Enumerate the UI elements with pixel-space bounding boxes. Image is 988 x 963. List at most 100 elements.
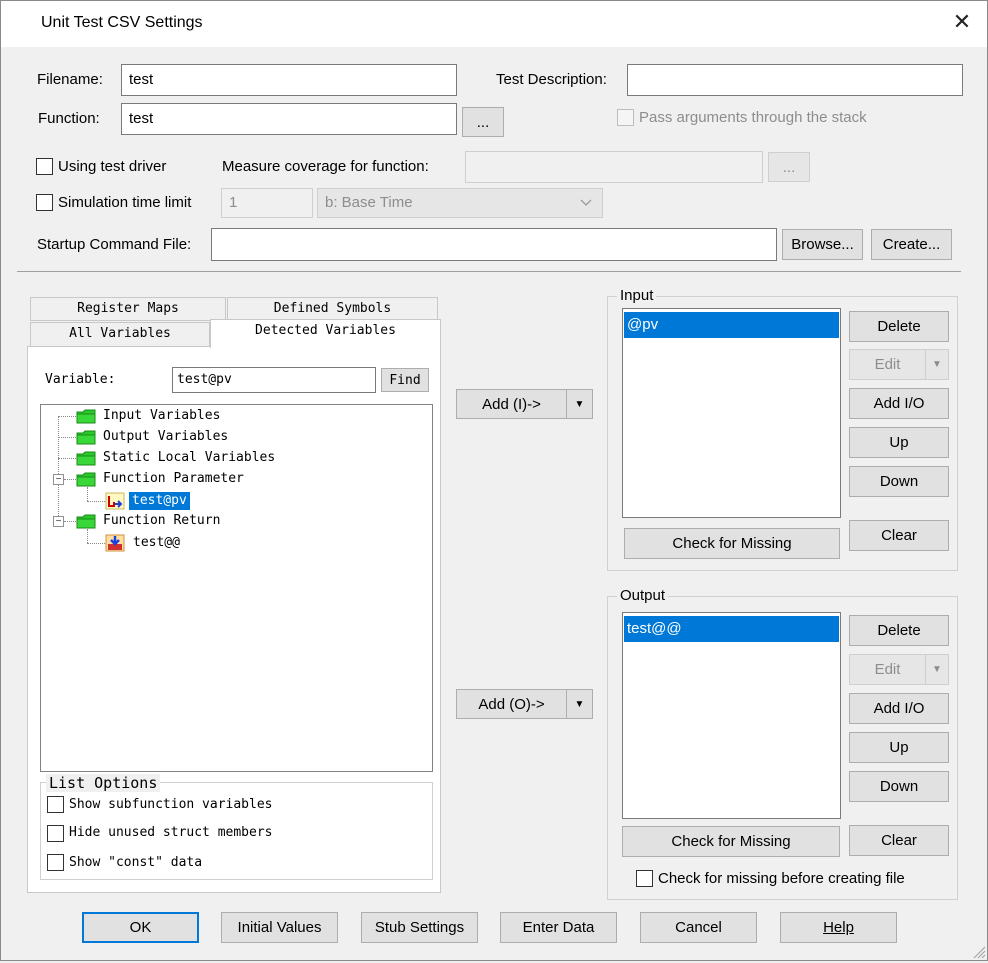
show-subfunction-checkbox[interactable]	[47, 796, 64, 813]
return-value-icon	[105, 534, 125, 552]
input-list[interactable]	[622, 308, 841, 518]
tree-line	[58, 416, 59, 524]
input-clear-button[interactable]: Clear	[849, 520, 949, 551]
create-button[interactable]: Create...	[871, 229, 952, 260]
input-add-io-button[interactable]: Add I/O	[849, 388, 949, 419]
time-base-select[interactable]: b: Base Time	[317, 188, 603, 218]
collapse-icon[interactable]: −	[53, 474, 64, 485]
collapse-icon[interactable]: −	[53, 516, 64, 527]
input-up-button[interactable]: Up	[849, 427, 949, 458]
tree-line	[64, 521, 76, 522]
show-const-checkbox[interactable]	[47, 854, 64, 871]
initial-values-button[interactable]: Initial Values	[221, 912, 338, 943]
output-list[interactable]	[622, 612, 841, 819]
triangle-down-icon: ▼	[574, 698, 585, 710]
tab-register-maps[interactable]: Register Maps	[30, 297, 226, 321]
output-group-title: Output	[617, 587, 669, 604]
tree-line	[87, 529, 88, 543]
time-base-value: b: Base Time	[325, 194, 413, 211]
input-group-title: Input	[617, 287, 657, 304]
chevron-down-icon	[578, 194, 594, 210]
variable-input[interactable]: test@pv	[172, 367, 376, 393]
cancel-button[interactable]: Cancel	[640, 912, 757, 943]
parameter-icon	[105, 492, 125, 510]
output-check-missing-button[interactable]: Check for Missing	[622, 826, 840, 857]
function-input[interactable]: test	[121, 103, 457, 135]
folder-icon	[76, 450, 96, 466]
add-output-button[interactable]: Add (O)->	[456, 689, 567, 719]
measure-coverage-input[interactable]	[465, 151, 763, 183]
simulation-time-input[interactable]: 1	[221, 188, 313, 218]
input-list-item[interactable]: @pv	[624, 312, 839, 338]
input-delete-button[interactable]: Delete	[849, 311, 949, 342]
add-input-dropdown[interactable]: ▼	[566, 389, 593, 419]
output-up-button[interactable]: Up	[849, 732, 949, 763]
browse-button[interactable]: Browse...	[782, 229, 863, 260]
output-edit-button[interactable]: Edit	[849, 654, 926, 685]
hide-unused-label: Hide unused struct members	[69, 825, 273, 840]
tree-line	[87, 487, 88, 501]
function-browse-button[interactable]: ...	[462, 107, 504, 137]
measure-coverage-label: Measure coverage for function:	[222, 158, 429, 175]
show-const-label: Show "const" data	[69, 855, 203, 870]
pass-args-checkbox[interactable]	[617, 109, 634, 126]
window-title: Unit Test CSV Settings	[41, 14, 203, 31]
tree-line	[64, 479, 76, 480]
tab-detected-variables[interactable]: Detected Variables	[210, 319, 441, 348]
output-add-io-button[interactable]: Add I/O	[849, 693, 949, 724]
output-list-item[interactable]: test@@	[624, 616, 839, 642]
input-edit-button[interactable]: Edit	[849, 349, 926, 380]
tree-item-output-variables[interactable]: Output Variables	[103, 429, 228, 444]
tree-item-input-variables[interactable]: Input Variables	[103, 408, 220, 423]
find-button[interactable]: Find	[381, 368, 429, 392]
using-test-driver-checkbox[interactable]	[36, 158, 53, 175]
check-before-creating-checkbox[interactable]	[636, 870, 653, 887]
list-options-title: List Options	[46, 774, 161, 792]
tree-item-param-test-pv[interactable]: test@pv	[129, 492, 190, 510]
ok-button[interactable]: OK	[82, 912, 199, 943]
close-icon[interactable]: ✕	[948, 9, 976, 37]
stub-settings-button[interactable]: Stub Settings	[361, 912, 478, 943]
triangle-down-icon: ▼	[574, 398, 585, 410]
simulation-time-limit-checkbox[interactable]	[36, 194, 53, 211]
input-down-button[interactable]: Down	[849, 466, 949, 497]
tree-item-return-test-at[interactable]: test@@	[133, 535, 180, 550]
startup-command-file-label: Startup Command File:	[37, 236, 192, 253]
tree-item-function-parameter[interactable]: Function Parameter	[103, 471, 244, 486]
output-clear-button[interactable]: Clear	[849, 825, 949, 856]
tree-item-function-return[interactable]: Function Return	[103, 513, 220, 528]
tab-all-variables[interactable]: All Variables	[30, 322, 210, 347]
input-edit-dropdown[interactable]: ▼	[925, 349, 949, 380]
test-description-input[interactable]	[627, 64, 963, 96]
hide-unused-checkbox[interactable]	[47, 825, 64, 842]
resize-grip-icon[interactable]	[970, 943, 986, 959]
separator	[17, 271, 961, 272]
coverage-browse-button[interactable]: ...	[768, 152, 810, 182]
tree-item-static-local-variables[interactable]: Static Local Variables	[103, 450, 275, 465]
tree-line	[58, 437, 76, 438]
enter-data-button[interactable]: Enter Data	[500, 912, 617, 943]
tab-defined-symbols[interactable]: Defined Symbols	[227, 297, 438, 321]
folder-icon	[76, 408, 96, 424]
function-label: Function:	[38, 110, 100, 127]
output-down-button[interactable]: Down	[849, 771, 949, 802]
tree-line	[87, 501, 105, 502]
test-description-label: Test Description:	[496, 71, 607, 88]
tree-line	[58, 458, 76, 459]
output-edit-dropdown[interactable]: ▼	[925, 654, 949, 685]
help-button[interactable]: Help	[780, 912, 897, 943]
variable-label: Variable:	[45, 372, 116, 387]
folder-icon	[76, 513, 96, 529]
show-subfunction-label: Show subfunction variables	[69, 797, 273, 812]
filename-input[interactable]: test	[121, 64, 457, 96]
triangle-down-icon: ▼	[932, 664, 942, 675]
add-input-button[interactable]: Add (I)->	[456, 389, 567, 419]
output-delete-button[interactable]: Delete	[849, 615, 949, 646]
using-test-driver-label: Using test driver	[58, 158, 167, 175]
startup-command-file-input[interactable]	[211, 228, 777, 261]
filename-label: Filename:	[37, 71, 103, 88]
tree-line	[58, 416, 76, 417]
tree-line	[87, 543, 105, 544]
input-check-missing-button[interactable]: Check for Missing	[624, 528, 840, 559]
add-output-dropdown[interactable]: ▼	[566, 689, 593, 719]
